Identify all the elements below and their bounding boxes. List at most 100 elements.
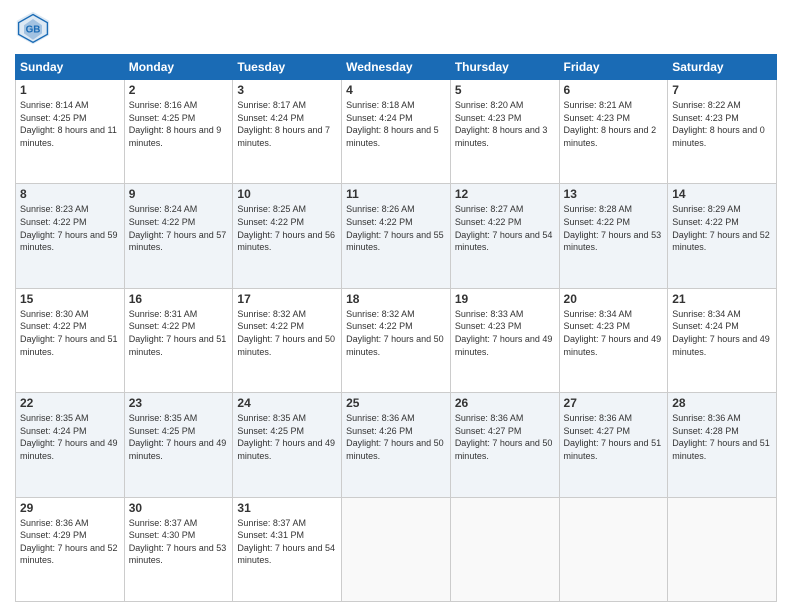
calendar-cell: 3 Sunrise: 8:17 AMSunset: 4:24 PMDaylight… bbox=[233, 80, 342, 184]
page: GB SundayMondayTuesdayWednesdayThursdayF… bbox=[0, 0, 792, 612]
day-number: 15 bbox=[20, 292, 120, 306]
calendar-cell: 12 Sunrise: 8:27 AMSunset: 4:22 PMDayligh… bbox=[450, 184, 559, 288]
day-info: Sunrise: 8:17 AMSunset: 4:24 PMDaylight:… bbox=[237, 99, 337, 149]
calendar-table: SundayMondayTuesdayWednesdayThursdayFrid… bbox=[15, 54, 777, 602]
day-number: 12 bbox=[455, 187, 555, 201]
day-info: Sunrise: 8:28 AMSunset: 4:22 PMDaylight:… bbox=[564, 203, 664, 253]
calendar-cell: 14Sunrise: 8:29 AMSunset: 4:22 PMDayligh… bbox=[668, 184, 777, 288]
day-info: Sunrise: 8:36 AMSunset: 4:27 PMDaylight:… bbox=[455, 412, 555, 462]
calendar-cell: 6 Sunrise: 8:21 AMSunset: 4:23 PMDaylight… bbox=[559, 80, 668, 184]
calendar-cell: 24 Sunrise: 8:35 AMSunset: 4:25 PMDayligh… bbox=[233, 393, 342, 497]
calendar-cell: 26 Sunrise: 8:36 AMSunset: 4:27 PMDayligh… bbox=[450, 393, 559, 497]
day-number: 19 bbox=[455, 292, 555, 306]
day-info: Sunrise: 8:35 AMSunset: 4:25 PMDaylight:… bbox=[129, 412, 229, 462]
day-number: 2 bbox=[129, 83, 229, 97]
calendar-cell: 27 Sunrise: 8:36 AMSunset: 4:27 PMDayligh… bbox=[559, 393, 668, 497]
weekday-header-sunday: Sunday bbox=[16, 55, 125, 80]
day-info: Sunrise: 8:31 AMSunset: 4:22 PMDaylight:… bbox=[129, 308, 229, 358]
day-number: 9 bbox=[129, 187, 229, 201]
day-info: Sunrise: 8:32 AMSunset: 4:22 PMDaylight:… bbox=[346, 308, 446, 358]
day-number: 31 bbox=[237, 501, 337, 515]
calendar-cell bbox=[342, 497, 451, 601]
calendar-cell: 4 Sunrise: 8:18 AMSunset: 4:24 PMDaylight… bbox=[342, 80, 451, 184]
day-info: Sunrise: 8:36 AMSunset: 4:29 PMDaylight:… bbox=[20, 517, 120, 567]
calendar-cell: 19 Sunrise: 8:33 AMSunset: 4:23 PMDayligh… bbox=[450, 288, 559, 392]
day-number: 5 bbox=[455, 83, 555, 97]
day-number: 29 bbox=[20, 501, 120, 515]
day-info: Sunrise: 8:33 AMSunset: 4:23 PMDaylight:… bbox=[455, 308, 555, 358]
calendar-cell: 1Sunrise: 8:14 AMSunset: 4:25 PMDaylight… bbox=[16, 80, 125, 184]
day-number: 24 bbox=[237, 396, 337, 410]
calendar-cell bbox=[559, 497, 668, 601]
weekday-header-tuesday: Tuesday bbox=[233, 55, 342, 80]
day-number: 21 bbox=[672, 292, 772, 306]
calendar-cell: 29 Sunrise: 8:36 AMSunset: 4:29 PMDayligh… bbox=[16, 497, 125, 601]
day-number: 17 bbox=[237, 292, 337, 306]
day-info: Sunrise: 8:32 AMSunset: 4:22 PMDaylight:… bbox=[237, 308, 337, 358]
calendar-cell: 18 Sunrise: 8:32 AMSunset: 4:22 PMDayligh… bbox=[342, 288, 451, 392]
day-number: 3 bbox=[237, 83, 337, 97]
day-number: 8 bbox=[20, 187, 120, 201]
logo: GB bbox=[15, 10, 55, 46]
day-number: 27 bbox=[564, 396, 664, 410]
calendar-cell: 20Sunrise: 8:34 AMSunset: 4:23 PMDayligh… bbox=[559, 288, 668, 392]
weekday-header-thursday: Thursday bbox=[450, 55, 559, 80]
day-info: Sunrise: 8:24 AMSunset: 4:22 PMDaylight:… bbox=[129, 203, 229, 253]
calendar-cell: 10 Sunrise: 8:25 AMSunset: 4:22 PMDayligh… bbox=[233, 184, 342, 288]
day-info: Sunrise: 8:14 AMSunset: 4:25 PMDaylight:… bbox=[20, 99, 120, 149]
day-number: 26 bbox=[455, 396, 555, 410]
svg-text:GB: GB bbox=[26, 25, 41, 36]
day-number: 16 bbox=[129, 292, 229, 306]
weekday-header-saturday: Saturday bbox=[668, 55, 777, 80]
day-info: Sunrise: 8:21 AMSunset: 4:23 PMDaylight:… bbox=[564, 99, 664, 149]
day-info: Sunrise: 8:22 AMSunset: 4:23 PMDaylight:… bbox=[672, 99, 772, 149]
day-number: 7 bbox=[672, 83, 772, 97]
calendar-cell: 17 Sunrise: 8:32 AMSunset: 4:22 PMDayligh… bbox=[233, 288, 342, 392]
day-info: Sunrise: 8:26 AMSunset: 4:22 PMDaylight:… bbox=[346, 203, 446, 253]
day-info: Sunrise: 8:35 AMSunset: 4:25 PMDaylight:… bbox=[237, 412, 337, 462]
calendar-cell: 21Sunrise: 8:34 AMSunset: 4:24 PMDayligh… bbox=[668, 288, 777, 392]
day-number: 22 bbox=[20, 396, 120, 410]
calendar-cell: 13Sunrise: 8:28 AMSunset: 4:22 PMDayligh… bbox=[559, 184, 668, 288]
calendar-cell bbox=[668, 497, 777, 601]
day-info: Sunrise: 8:25 AMSunset: 4:22 PMDaylight:… bbox=[237, 203, 337, 253]
calendar-cell: 2 Sunrise: 8:16 AMSunset: 4:25 PMDaylight… bbox=[124, 80, 233, 184]
calendar-cell: 25Sunrise: 8:36 AMSunset: 4:26 PMDayligh… bbox=[342, 393, 451, 497]
calendar-cell: 7 Sunrise: 8:22 AMSunset: 4:23 PMDaylight… bbox=[668, 80, 777, 184]
calendar-cell bbox=[450, 497, 559, 601]
day-info: Sunrise: 8:16 AMSunset: 4:25 PMDaylight:… bbox=[129, 99, 229, 149]
calendar-cell: 8 Sunrise: 8:23 AMSunset: 4:22 PMDaylight… bbox=[16, 184, 125, 288]
calendar-cell: 28Sunrise: 8:36 AMSunset: 4:28 PMDayligh… bbox=[668, 393, 777, 497]
day-info: Sunrise: 8:29 AMSunset: 4:22 PMDaylight:… bbox=[672, 203, 772, 253]
day-number: 18 bbox=[346, 292, 446, 306]
weekday-header-monday: Monday bbox=[124, 55, 233, 80]
day-number: 6 bbox=[564, 83, 664, 97]
day-info: Sunrise: 8:23 AMSunset: 4:22 PMDaylight:… bbox=[20, 203, 120, 253]
calendar-cell: 11 Sunrise: 8:26 AMSunset: 4:22 PMDayligh… bbox=[342, 184, 451, 288]
day-info: Sunrise: 8:37 AMSunset: 4:30 PMDaylight:… bbox=[129, 517, 229, 567]
calendar-cell: 5 Sunrise: 8:20 AMSunset: 4:23 PMDaylight… bbox=[450, 80, 559, 184]
logo-icon: GB bbox=[15, 10, 51, 46]
day-number: 30 bbox=[129, 501, 229, 515]
day-info: Sunrise: 8:37 AMSunset: 4:31 PMDaylight:… bbox=[237, 517, 337, 567]
calendar-cell: 31 Sunrise: 8:37 AMSunset: 4:31 PMDayligh… bbox=[233, 497, 342, 601]
day-info: Sunrise: 8:36 AMSunset: 4:27 PMDaylight:… bbox=[564, 412, 664, 462]
calendar-cell: 15 Sunrise: 8:30 AMSunset: 4:22 PMDayligh… bbox=[16, 288, 125, 392]
day-info: Sunrise: 8:18 AMSunset: 4:24 PMDaylight:… bbox=[346, 99, 446, 149]
day-info: Sunrise: 8:30 AMSunset: 4:22 PMDaylight:… bbox=[20, 308, 120, 358]
calendar-cell: 22 Sunrise: 8:35 AMSunset: 4:24 PMDayligh… bbox=[16, 393, 125, 497]
day-info: Sunrise: 8:20 AMSunset: 4:23 PMDaylight:… bbox=[455, 99, 555, 149]
day-number: 25 bbox=[346, 396, 446, 410]
day-info: Sunrise: 8:27 AMSunset: 4:22 PMDaylight:… bbox=[455, 203, 555, 253]
day-info: Sunrise: 8:36 AMSunset: 4:28 PMDaylight:… bbox=[672, 412, 772, 462]
header: GB bbox=[15, 10, 777, 46]
calendar-cell: 16 Sunrise: 8:31 AMSunset: 4:22 PMDayligh… bbox=[124, 288, 233, 392]
calendar-cell: 30 Sunrise: 8:37 AMSunset: 4:30 PMDayligh… bbox=[124, 497, 233, 601]
day-number: 11 bbox=[346, 187, 446, 201]
day-info: Sunrise: 8:34 AMSunset: 4:23 PMDaylight:… bbox=[564, 308, 664, 358]
day-number: 4 bbox=[346, 83, 446, 97]
day-info: Sunrise: 8:35 AMSunset: 4:24 PMDaylight:… bbox=[20, 412, 120, 462]
day-number: 23 bbox=[129, 396, 229, 410]
weekday-header-friday: Friday bbox=[559, 55, 668, 80]
day-number: 10 bbox=[237, 187, 337, 201]
